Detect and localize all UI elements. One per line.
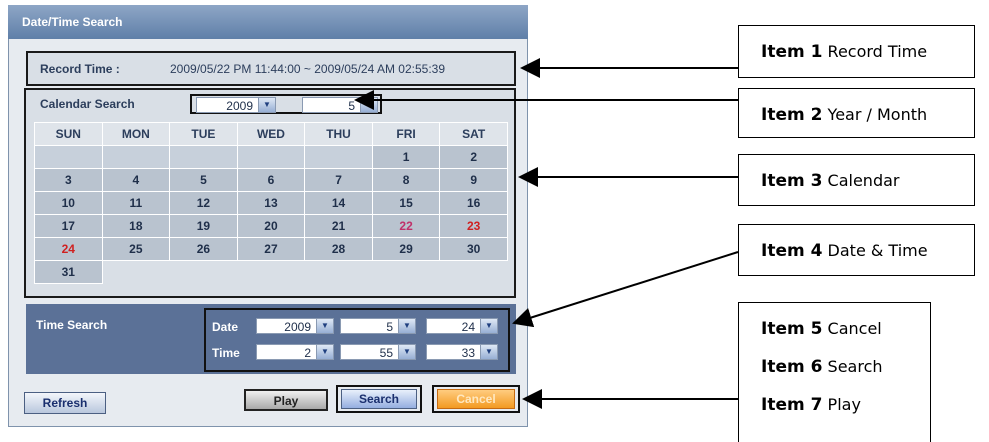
- callout-item-5-text: Item 5 Cancel: [761, 319, 882, 339]
- callout-items-5-7: Item 5 Cancel Item 6 Search Item 7 Play: [738, 302, 931, 442]
- callout-item-2: Item 2 Year / Month: [738, 88, 975, 138]
- callout-item-7-text: Item 7 Play: [761, 395, 861, 415]
- callout-item-4-text: Item 4 Date & Time: [761, 241, 928, 261]
- callout-item-6-text: Item 6 Search: [761, 357, 883, 377]
- callout-item-3: Item 3 Calendar: [738, 154, 975, 206]
- arrow-item-4: [512, 251, 739, 328]
- callout-item-2-text: Item 2 Year / Month: [761, 105, 928, 125]
- callout-item-4: Item 4 Date & Time: [738, 224, 975, 276]
- callout-item-1-text: Item 1 Record Time: [761, 42, 928, 62]
- callout-item-1: Item 1 Record Time: [738, 25, 975, 78]
- callout-item-3-text: Item 3 Calendar: [761, 171, 900, 191]
